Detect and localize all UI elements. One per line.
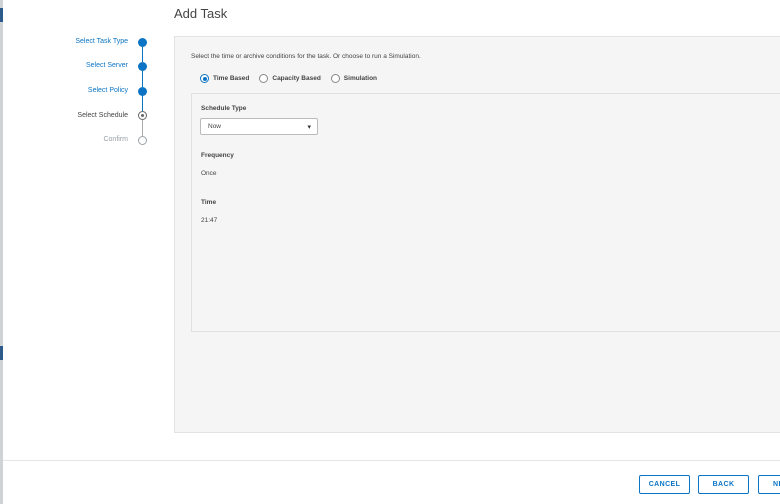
frequency-label: Frequency: [201, 152, 234, 159]
schedule-type-value: Now: [208, 123, 222, 130]
schedule-type-select[interactable]: Now ▾: [200, 118, 318, 135]
instructions-text: Select the time or archive conditions fo…: [191, 53, 421, 60]
cancel-button[interactable]: CANCEL: [639, 475, 690, 494]
edge-marker: [0, 346, 3, 360]
page-title: Add Task: [174, 6, 228, 21]
step-dot-complete: [138, 38, 147, 47]
radio-time-based[interactable]: Time Based: [200, 74, 249, 83]
radio-capacity-based[interactable]: Capacity Based: [259, 74, 321, 83]
step-connector: [142, 46, 143, 62]
time-label: Time: [201, 199, 217, 206]
edge-marker: [0, 8, 3, 22]
step-dot-pending: [138, 136, 147, 145]
radio-button[interactable]: [259, 74, 269, 83]
step-label-select-policy[interactable]: Select Policy: [88, 87, 128, 94]
step-label-confirm: Confirm: [103, 136, 128, 143]
time-value: 21:47: [201, 217, 218, 224]
step-dot-current: [138, 111, 147, 120]
step-connector: [142, 70, 143, 87]
schedule-mode-radio-group: Time Based Capacity Based Simulation: [200, 74, 387, 83]
footer-divider: [3, 460, 780, 461]
radio-button-checked[interactable]: [200, 74, 209, 83]
next-button[interactable]: NEXT: [758, 475, 780, 494]
step-label-select-server[interactable]: Select Server: [86, 62, 128, 69]
step-dot-complete: [138, 62, 147, 71]
step-label-select-schedule: Select Schedule: [77, 112, 128, 119]
step-connector: [142, 95, 143, 111]
radio-label-capacity-based: Capacity Based: [272, 75, 321, 82]
back-button[interactable]: BACK: [698, 475, 749, 494]
frequency-value: Once: [201, 170, 217, 177]
step-connector: [142, 120, 143, 136]
step-dot-complete: [138, 87, 147, 96]
radio-label-time-based: Time Based: [213, 75, 250, 82]
radio-simulation[interactable]: Simulation: [330, 74, 378, 83]
radio-button[interactable]: [330, 74, 340, 83]
caret-down-icon: ▾: [307, 124, 311, 131]
step-label-select-task-type[interactable]: Select Task Type: [75, 38, 128, 45]
left-edge-bar: [0, 0, 3, 504]
schedule-type-label: Schedule Type: [201, 105, 247, 112]
radio-label-simulation: Simulation: [343, 75, 378, 82]
